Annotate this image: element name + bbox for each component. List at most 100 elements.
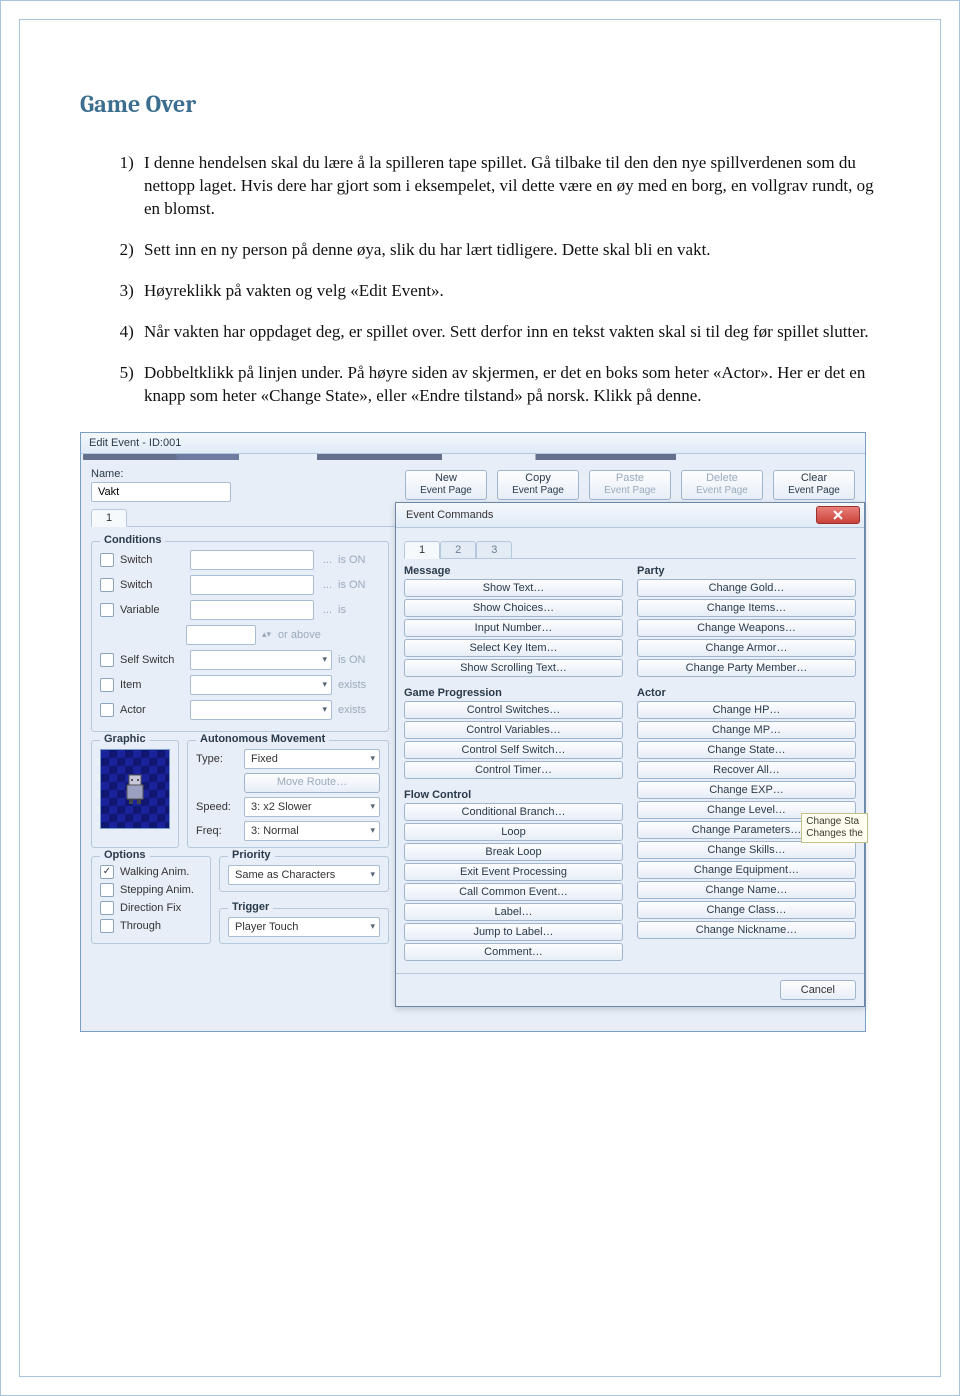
party-section: Party Change Gold… Change Items… Change … (637, 565, 856, 679)
item-checkbox[interactable] (100, 678, 114, 692)
control-variables-button[interactable]: Control Variables… (404, 721, 623, 739)
change-name-button[interactable]: Change Name… (637, 881, 856, 899)
paste-event-page-button[interactable]: Paste Event Page (589, 470, 671, 500)
through-checkbox[interactable] (100, 919, 114, 933)
comment-button[interactable]: Comment… (404, 943, 623, 961)
jump-to-label-button[interactable]: Jump to Label… (404, 923, 623, 941)
trigger-select[interactable]: Player Touch ▾ (228, 917, 380, 937)
input-number-button[interactable]: Input Number… (404, 619, 623, 637)
item-suffix: exists (338, 679, 380, 691)
change-hp-button[interactable]: Change HP… (637, 701, 856, 719)
page-title: Game Over (80, 90, 880, 118)
clear-event-page-button[interactable]: Clear Event Page (773, 470, 855, 500)
change-equipment-button[interactable]: Change Equipment… (637, 861, 856, 879)
switch2-dots: ... (320, 579, 332, 591)
options-legend: Options (100, 849, 150, 861)
chevron-down-icon: ▾ (370, 801, 375, 812)
actor-label: Actor (120, 704, 184, 716)
switch2-field[interactable] (190, 575, 314, 595)
event-commands-window: Event Commands 1 2 3 (395, 502, 865, 1007)
variable-suffix: is (338, 604, 380, 616)
chevron-down-icon: ▾ (370, 753, 375, 764)
progression-label: Game Progression (404, 687, 623, 699)
switch2-checkbox[interactable] (100, 578, 114, 592)
conditional-branch-button[interactable]: Conditional Branch… (404, 803, 623, 821)
variable-checkbox[interactable] (100, 603, 114, 617)
selfswitch-select[interactable]: ▾ (190, 650, 332, 670)
call-common-event-button[interactable]: Call Common Event… (404, 883, 623, 901)
variable-value-field[interactable] (186, 625, 256, 645)
actor-checkbox[interactable] (100, 703, 114, 717)
selfswitch-label: Self Switch (120, 654, 184, 666)
priority-legend: Priority (228, 849, 275, 861)
walking-anim-checkbox[interactable] (100, 865, 114, 879)
change-gold-button[interactable]: Change Gold… (637, 579, 856, 597)
change-state-button[interactable]: Change State… (637, 741, 856, 759)
freq-value: 3: Normal (251, 825, 299, 837)
btn-line1: New (435, 473, 457, 484)
label-button[interactable]: Label… (404, 903, 623, 921)
show-scrolling-text-button[interactable]: Show Scrolling Text… (404, 659, 623, 677)
change-exp-button[interactable]: Change EXP… (637, 781, 856, 799)
switch1-suffix: is ON (338, 554, 380, 566)
step-2: Sett inn en ny person på denne øya, slik… (138, 239, 880, 262)
ev-tab-2[interactable]: 2 (440, 541, 476, 559)
item-label: Item (120, 679, 184, 691)
type-label: Type: (196, 753, 238, 765)
ev-tab-1[interactable]: 1 (404, 541, 440, 559)
change-weapons-button[interactable]: Change Weapons… (637, 619, 856, 637)
loop-button[interactable]: Loop (404, 823, 623, 841)
btn-line2: Event Page (420, 485, 472, 496)
speed-value: 3: x2 Slower (251, 801, 312, 813)
select-key-item-button[interactable]: Select Key Item… (404, 639, 623, 657)
switch1-field[interactable] (190, 550, 314, 570)
step-3: Høyreklikk på vakten og velg «Edit Event… (138, 280, 880, 303)
btn-line1: Paste (616, 473, 644, 484)
item-select[interactable]: ▾ (190, 675, 332, 695)
speed-select[interactable]: 3: x2 Slower ▾ (244, 797, 380, 817)
control-switches-button[interactable]: Control Switches… (404, 701, 623, 719)
new-event-page-button[interactable]: New Event Page (405, 470, 487, 500)
control-self-switch-button[interactable]: Control Self Switch… (404, 741, 623, 759)
spinner-icon[interactable]: ▴▾ (262, 629, 272, 640)
freq-select[interactable]: 3: Normal ▾ (244, 821, 380, 841)
message-section: Message Show Text… Show Choices… Input N… (404, 565, 623, 679)
change-class-button[interactable]: Change Class… (637, 901, 856, 919)
movement-type-select[interactable]: Fixed ▾ (244, 749, 380, 769)
control-timer-button[interactable]: Control Timer… (404, 761, 623, 779)
switch1-checkbox[interactable] (100, 553, 114, 567)
event-name-input[interactable] (91, 482, 231, 502)
variable-field[interactable] (190, 600, 314, 620)
graphic-preview[interactable] (100, 749, 170, 829)
tooltip-line2: Changes the (806, 828, 863, 840)
show-text-button[interactable]: Show Text… (404, 579, 623, 597)
change-nickname-button[interactable]: Change Nickname… (637, 921, 856, 939)
delete-event-page-button[interactable]: Delete Event Page (681, 470, 763, 500)
name-label: Name: (91, 468, 231, 480)
change-party-member-button[interactable]: Change Party Member… (637, 659, 856, 677)
change-mp-button[interactable]: Change MP… (637, 721, 856, 739)
direction-fix-checkbox[interactable] (100, 901, 114, 915)
stepping-anim-checkbox[interactable] (100, 883, 114, 897)
guard-sprite-icon (121, 773, 149, 805)
break-loop-button[interactable]: Break Loop (404, 843, 623, 861)
through-label: Through (120, 920, 161, 932)
change-items-button[interactable]: Change Items… (637, 599, 856, 617)
change-armor-button[interactable]: Change Armor… (637, 639, 856, 657)
move-route-button[interactable]: Move Route… (244, 773, 380, 793)
change-skills-button[interactable]: Change Skills… (637, 841, 856, 859)
copy-event-page-button[interactable]: Copy Event Page (497, 470, 579, 500)
exit-event-processing-button[interactable]: Exit Event Processing (404, 863, 623, 881)
ev-tab-3[interactable]: 3 (476, 541, 512, 559)
tab-page-1[interactable]: 1 (91, 509, 127, 527)
close-button[interactable] (816, 506, 860, 524)
switch2-suffix: is ON (338, 579, 380, 591)
actor-select[interactable]: ▾ (190, 700, 332, 720)
show-choices-button[interactable]: Show Choices… (404, 599, 623, 617)
cancel-button[interactable]: Cancel (780, 980, 856, 1000)
recover-all-button[interactable]: Recover All… (637, 761, 856, 779)
edit-event-title: Edit Event - ID:001 (81, 433, 865, 454)
priority-select[interactable]: Same as Characters ▾ (228, 865, 380, 885)
instruction-list: I denne hendelsen skal du lære å la spil… (80, 152, 880, 408)
selfswitch-checkbox[interactable] (100, 653, 114, 667)
